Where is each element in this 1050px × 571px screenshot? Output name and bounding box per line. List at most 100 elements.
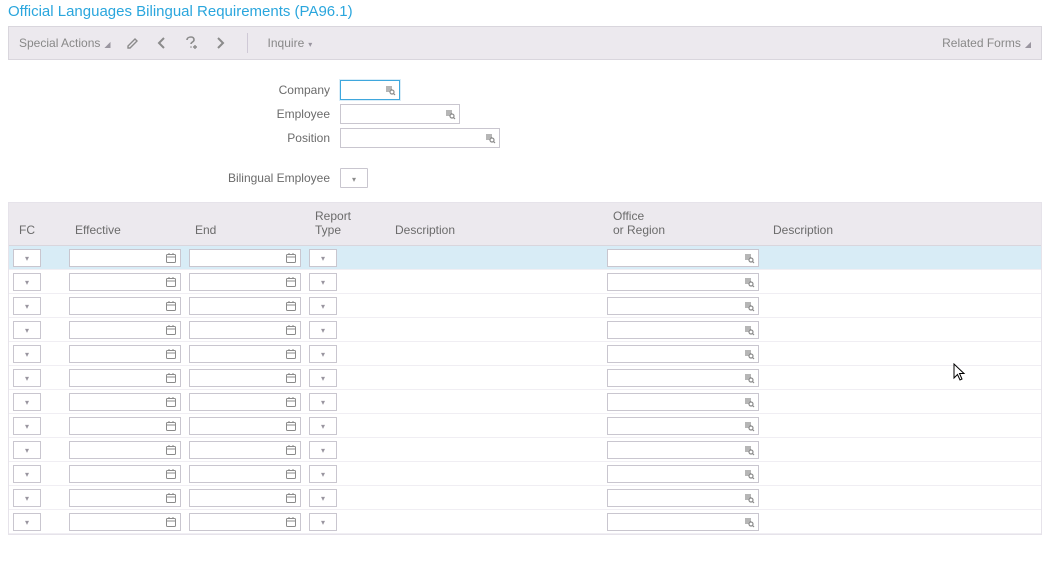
effective-date-input[interactable] xyxy=(69,297,181,315)
report-type-select[interactable]: ▾ xyxy=(309,465,337,483)
table-row[interactable]: ▾▾ xyxy=(9,270,1041,294)
lookup-icon[interactable] xyxy=(382,82,398,98)
report-type-select[interactable]: ▾ xyxy=(309,273,337,291)
effective-date-input[interactable] xyxy=(69,489,181,507)
effective-date-input[interactable] xyxy=(69,513,181,531)
office-region-input[interactable] xyxy=(607,273,759,291)
office-region-input[interactable] xyxy=(607,321,759,339)
table-row[interactable]: ▾▾ xyxy=(9,510,1041,534)
office-region-input[interactable] xyxy=(607,417,759,435)
report-type-select[interactable]: ▾ xyxy=(309,393,337,411)
table-row[interactable]: ▾▾ xyxy=(9,342,1041,366)
report-type-select[interactable]: ▾ xyxy=(309,441,337,459)
effective-date-input[interactable] xyxy=(69,441,181,459)
office-region-input[interactable] xyxy=(607,441,759,459)
description2-cell xyxy=(763,256,1041,260)
end-date-input[interactable] xyxy=(189,345,301,363)
fc-select[interactable]: ▾ xyxy=(13,393,41,411)
fc-select[interactable]: ▾ xyxy=(13,489,41,507)
office-region-input[interactable] xyxy=(607,345,759,363)
report-type-select[interactable]: ▾ xyxy=(309,513,337,531)
col-end: End xyxy=(195,223,299,237)
col-description: Description xyxy=(395,223,597,237)
fc-select[interactable]: ▾ xyxy=(13,297,41,315)
end-date-input[interactable] xyxy=(189,465,301,483)
report-type-select[interactable]: ▾ xyxy=(309,345,337,363)
fc-select[interactable]: ▾ xyxy=(13,465,41,483)
end-date-input[interactable] xyxy=(189,489,301,507)
table-row[interactable]: ▾▾ xyxy=(9,414,1041,438)
col-description2: Description xyxy=(773,223,1035,237)
report-type-select[interactable]: ▾ xyxy=(309,489,337,507)
end-date-input[interactable] xyxy=(189,369,301,387)
table-row[interactable]: ▾▾ xyxy=(9,294,1041,318)
report-type-select[interactable]: ▾ xyxy=(309,297,337,315)
table-row[interactable]: ▾▾ xyxy=(9,390,1041,414)
prev-icon[interactable] xyxy=(155,36,169,50)
inquire-label: Inquire xyxy=(268,36,305,50)
description-cell xyxy=(385,280,603,284)
bilingual-employee-select[interactable]: ▾ xyxy=(340,168,368,188)
position-input[interactable] xyxy=(340,128,500,148)
table-row[interactable]: ▾▾ xyxy=(9,486,1041,510)
description-cell xyxy=(385,304,603,308)
effective-date-input[interactable] xyxy=(69,273,181,291)
description2-cell xyxy=(763,424,1041,428)
description-cell xyxy=(385,400,603,404)
report-type-select[interactable]: ▾ xyxy=(309,417,337,435)
edit-icon[interactable] xyxy=(125,35,141,51)
table-row[interactable]: ▾▾ xyxy=(9,318,1041,342)
office-region-input[interactable] xyxy=(607,249,759,267)
end-date-input[interactable] xyxy=(189,393,301,411)
related-forms-menu[interactable]: Related Forms ◢ xyxy=(942,36,1031,50)
end-date-input[interactable] xyxy=(189,249,301,267)
fc-select[interactable]: ▾ xyxy=(13,441,41,459)
data-grid: FC Effective End ReportType Description … xyxy=(8,202,1042,535)
table-row[interactable]: ▾▾ xyxy=(9,462,1041,486)
table-row[interactable]: ▾▾ xyxy=(9,366,1041,390)
effective-date-input[interactable] xyxy=(69,369,181,387)
end-date-input[interactable] xyxy=(189,441,301,459)
fc-select[interactable]: ▾ xyxy=(13,417,41,435)
end-date-input[interactable] xyxy=(189,297,301,315)
office-region-input[interactable] xyxy=(607,297,759,315)
report-type-select[interactable]: ▾ xyxy=(309,321,337,339)
description2-cell xyxy=(763,304,1041,308)
end-date-input[interactable] xyxy=(189,417,301,435)
inquire-menu[interactable]: Inquire ▾ xyxy=(268,36,313,50)
effective-date-input[interactable] xyxy=(69,417,181,435)
fc-select[interactable]: ▾ xyxy=(13,345,41,363)
effective-date-input[interactable] xyxy=(69,393,181,411)
office-region-input[interactable] xyxy=(607,513,759,531)
next-icon[interactable] xyxy=(213,36,227,50)
lookup-icon[interactable] xyxy=(482,130,498,146)
col-office-top: Office xyxy=(613,209,757,223)
effective-date-input[interactable] xyxy=(69,345,181,363)
fc-select[interactable]: ▾ xyxy=(13,273,41,291)
fc-select[interactable]: ▾ xyxy=(13,321,41,339)
office-region-input[interactable] xyxy=(607,393,759,411)
description2-cell xyxy=(763,400,1041,404)
fc-select[interactable]: ▾ xyxy=(13,369,41,387)
effective-date-input[interactable] xyxy=(69,249,181,267)
special-actions-menu[interactable]: Special Actions ◢ xyxy=(19,36,111,50)
report-type-select[interactable]: ▾ xyxy=(309,369,337,387)
fc-select[interactable]: ▾ xyxy=(13,513,41,531)
end-date-input[interactable] xyxy=(189,513,301,531)
toolbar: Special Actions ◢ Inquire ▾ Related Form… xyxy=(8,26,1042,60)
report-type-select[interactable]: ▾ xyxy=(309,249,337,267)
page-title: Official Languages Bilingual Requirement… xyxy=(0,0,1050,26)
effective-date-input[interactable] xyxy=(69,321,181,339)
table-row[interactable]: ▾▾ xyxy=(9,246,1041,270)
lookup-icon[interactable] xyxy=(442,106,458,122)
office-region-input[interactable] xyxy=(607,489,759,507)
office-region-input[interactable] xyxy=(607,465,759,483)
fc-select[interactable]: ▾ xyxy=(13,249,41,267)
end-date-input[interactable] xyxy=(189,321,301,339)
end-date-input[interactable] xyxy=(189,273,301,291)
help-add-icon[interactable] xyxy=(183,35,199,51)
table-row[interactable]: ▾▾ xyxy=(9,438,1041,462)
office-region-input[interactable] xyxy=(607,369,759,387)
company-label: Company xyxy=(10,83,340,97)
effective-date-input[interactable] xyxy=(69,465,181,483)
